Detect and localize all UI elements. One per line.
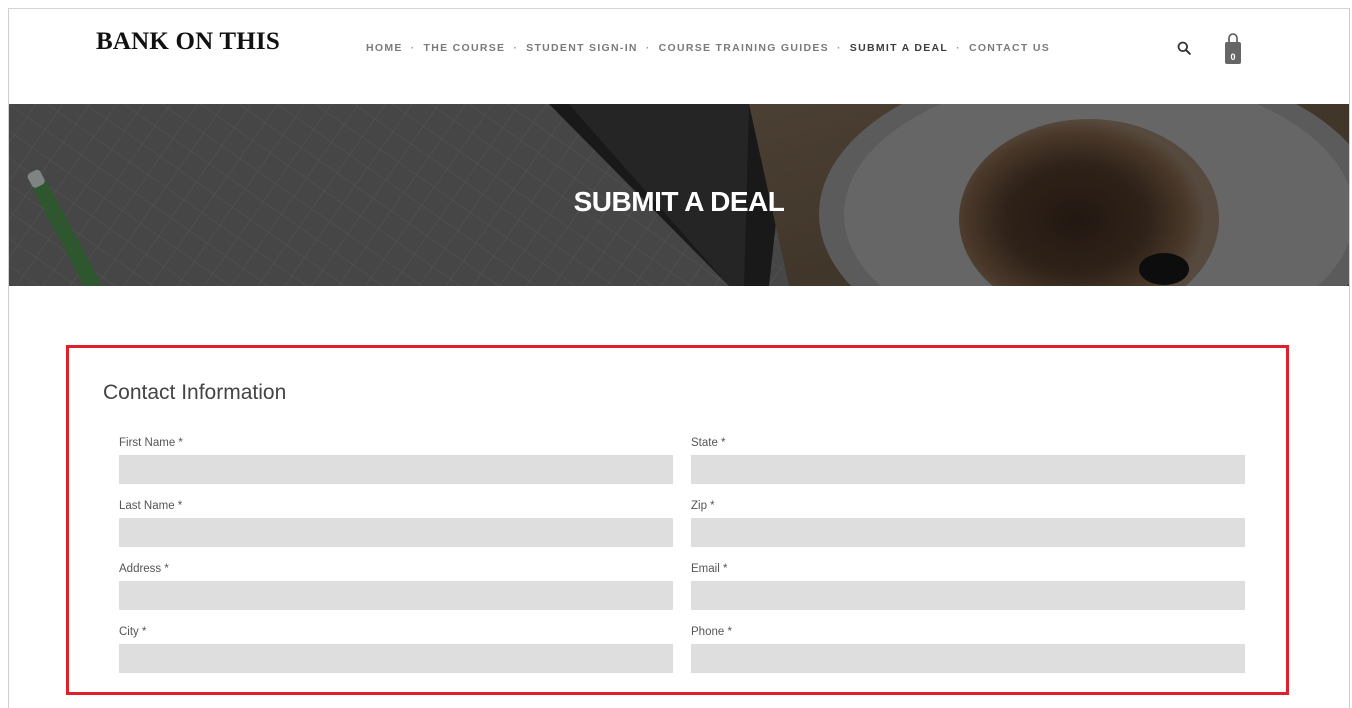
cart-count-badge: 0 xyxy=(1230,52,1236,62)
zip-label: Zip * xyxy=(691,500,715,512)
nav-separator: · xyxy=(513,42,519,54)
top-navbar xyxy=(9,9,1349,104)
last-name-field[interactable] xyxy=(119,518,673,547)
nav-submit-a-deal[interactable]: SUBMIT A DEAL xyxy=(850,42,948,54)
city-field[interactable] xyxy=(119,644,673,673)
email-label: Email * xyxy=(691,563,728,575)
search-icon[interactable] xyxy=(1177,41,1191,55)
address-field[interactable] xyxy=(119,581,673,610)
phone-label: Phone * xyxy=(691,626,732,638)
nav-course-training-guides[interactable]: COURSE TRAINING GUIDES xyxy=(659,42,829,54)
section-title: Contact Information xyxy=(103,381,287,404)
nav-separator: · xyxy=(956,42,961,54)
last-name-label: Last Name * xyxy=(119,500,183,512)
nav-student-sign-in[interactable]: STUDENT SIGN-IN xyxy=(526,42,638,54)
nav-contact-us[interactable]: CONTACT US xyxy=(969,42,1050,54)
nav-the-course[interactable]: THE COURSE xyxy=(424,42,506,54)
first-name-label: First Name * xyxy=(119,437,183,449)
city-label: City * xyxy=(119,626,147,638)
main-nav: HOME · THE COURSE · STUDENT SIGN-IN · CO… xyxy=(366,42,1050,54)
nav-separator: · xyxy=(836,42,842,54)
phone-field[interactable] xyxy=(691,644,1245,673)
zip-field[interactable] xyxy=(691,518,1245,547)
page-title: SUBMIT A DEAL xyxy=(573,186,785,217)
hero-banner: SUBMIT A DEAL xyxy=(9,104,1349,286)
first-name-field[interactable] xyxy=(119,455,673,484)
state-field[interactable] xyxy=(691,455,1245,484)
nav-separator: · xyxy=(645,42,651,54)
address-label: Address * xyxy=(119,563,169,575)
site-logo[interactable]: BANK ON THIS xyxy=(96,28,280,56)
state-label: State * xyxy=(691,437,726,449)
nav-separator: · xyxy=(410,42,416,54)
nav-home[interactable]: HOME xyxy=(366,42,403,54)
email-field[interactable] xyxy=(691,581,1245,610)
